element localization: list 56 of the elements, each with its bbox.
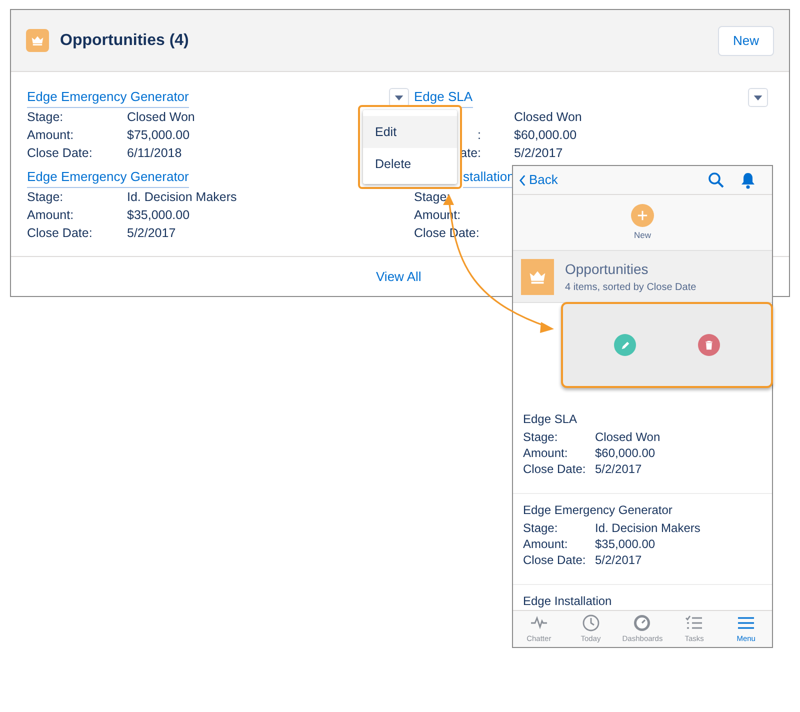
field-label: Amount:: [523, 445, 569, 461]
opportunity-link[interactable]: Edge Emergency Generator: [27, 168, 189, 188]
field-value: 6/11/2018: [127, 145, 182, 162]
field-value: Id. Decision Makers: [127, 189, 237, 206]
field-value: $75,000.00: [127, 127, 190, 144]
field-label: Stage:: [27, 189, 64, 206]
clock-icon: [582, 614, 600, 632]
bell-icon[interactable]: [740, 172, 756, 188]
record-title[interactable]: Edge Emergency Generator: [523, 500, 762, 520]
caret-icon: [394, 92, 404, 102]
back-button[interactable]: Back: [519, 170, 558, 190]
trash-icon: [704, 340, 714, 350]
field-label: Amount:: [523, 536, 569, 552]
list-title: Opportunities: [565, 260, 650, 279]
field-label: Amount:: [27, 207, 74, 224]
field-label: Stage:: [523, 429, 559, 445]
crown-icon: [521, 258, 554, 294]
opportunity-link[interactable]: Edge Emergency Generator: [27, 88, 189, 108]
list-subtitle: 4 items, sorted by Close Date: [565, 280, 696, 294]
action-label: New: [634, 228, 651, 242]
dropdown-button[interactable]: [748, 88, 768, 107]
record-title[interactable]: Edge SLA: [523, 409, 762, 429]
new-button[interactable]: New: [718, 26, 774, 56]
field-value: 5/2/2017: [127, 225, 176, 242]
card-title: Opportunities (4): [60, 30, 190, 50]
delete-button[interactable]: [698, 334, 720, 356]
field-value: 5/2/2017: [514, 145, 563, 162]
field-label: Amount:: [27, 127, 74, 144]
field-value: 5/2/2017: [595, 461, 642, 477]
field-value: Id. Decision Makers: [595, 520, 700, 536]
field-value: Closed Won: [127, 109, 195, 126]
field-label: Close Date:: [27, 225, 92, 242]
field-label: Stage:: [523, 520, 559, 536]
field-label: Stage:: [27, 109, 64, 126]
field-value: $60,000.00: [595, 445, 656, 461]
field-value: $60,000.00: [514, 127, 577, 144]
field-value: Closed Won: [514, 109, 582, 126]
crown-icon: [26, 29, 49, 52]
record-title[interactable]: Edge Installation: [523, 591, 762, 610]
gauge-icon: [633, 614, 652, 632]
dropdown-option[interactable]: Delete: [363, 148, 457, 180]
field-label: Close Date:: [27, 145, 92, 162]
field-value: Closed Won: [595, 429, 660, 445]
field-value: $35,000.00: [595, 536, 656, 552]
plus-icon: [637, 210, 648, 221]
field-label: :: [478, 127, 481, 144]
field-label: Close Date:: [523, 552, 587, 568]
search-icon[interactable]: [708, 172, 724, 188]
chevron-icon: [519, 174, 526, 186]
dropdown-option[interactable]: Edit: [363, 116, 457, 148]
pencil-icon: [620, 340, 630, 350]
field-label: Close Date:: [523, 461, 587, 477]
field-value: $35,000.00: [127, 207, 190, 224]
field-value: 5/2/2017: [595, 552, 642, 568]
view-all-link[interactable]: View All: [376, 266, 422, 286]
caret-icon: [753, 92, 763, 102]
